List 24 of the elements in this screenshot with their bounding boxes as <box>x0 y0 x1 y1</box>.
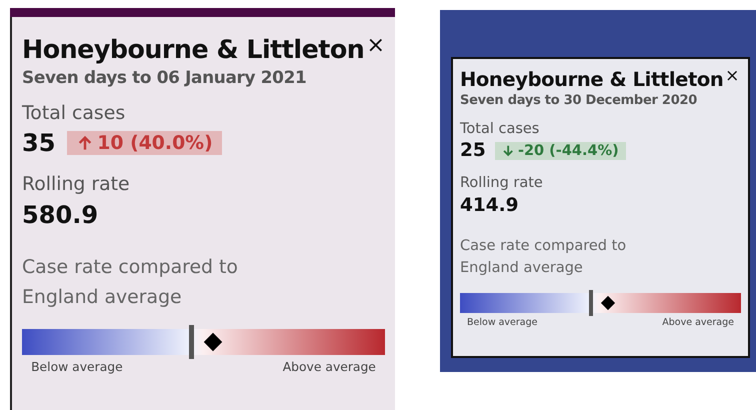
below-average-label: Below average <box>467 316 538 328</box>
total-cases-value: 35 <box>22 129 56 158</box>
total-cases-label: Total cases <box>460 120 540 137</box>
close-button[interactable]: × <box>723 68 741 85</box>
date-range: Seven days to 30 December 2020 <box>460 92 698 108</box>
rolling-rate-value: 580.9 <box>22 200 100 229</box>
below-average-label: Below average <box>31 360 123 374</box>
above-average-label: Above average <box>662 316 734 328</box>
rolling-rate-value: 414.9 <box>460 195 520 216</box>
rolling-rate-label: Rolling rate <box>22 174 131 195</box>
arrow-up-icon <box>76 134 93 152</box>
comparison-label: Case rate compared to England average <box>22 256 239 310</box>
date-range: Seven days to 06 January 2021 <box>22 66 308 87</box>
area-title: Honeybourne & Littleton <box>460 68 724 91</box>
comparison-label: Case rate compared to England average <box>460 237 628 278</box>
area-title: Honeybourne & Littleton <box>22 34 364 64</box>
change-badge: 10 (40.0%) <box>67 130 222 156</box>
total-cases-value: 25 <box>460 140 486 162</box>
close-button[interactable]: × <box>364 34 388 56</box>
arrow-down-icon <box>502 144 514 158</box>
rolling-rate-label: Rolling rate <box>460 174 544 191</box>
change-badge: -20 (-44.4%) <box>494 142 626 160</box>
total-cases-label: Total cases <box>22 103 126 124</box>
above-average-label: Above average <box>282 360 376 374</box>
